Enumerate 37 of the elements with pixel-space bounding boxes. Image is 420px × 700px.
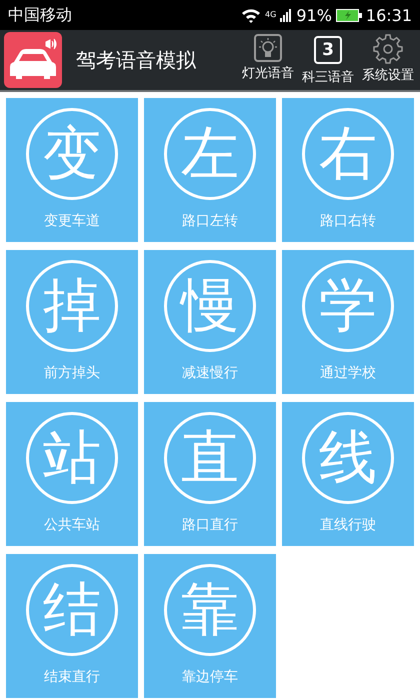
voice-tile[interactable]: 线 直线行驶 [282,402,414,546]
battery-icon [336,8,362,22]
light-bulb-icon [254,34,282,62]
wifi-icon [241,8,262,22]
character-badge: 慢 [164,260,256,352]
signal-icon [280,8,292,22]
character-badge: 线 [302,412,394,504]
battery-percent: 91% [296,6,332,24]
character-badge: 右 [302,108,394,200]
voice-tile[interactable]: 学 通过学校 [282,250,414,394]
settings-icon [373,34,403,64]
voice-tile[interactable]: 左 路口左转 [144,98,276,242]
car-logo-icon [4,32,62,88]
app-title: 驾考语音模拟 [76,46,197,74]
toolbar-button[interactable]: 3 科三语音 [300,34,356,86]
toolbar-button[interactable]: 系统设置 [360,34,416,86]
character-badge: 站 [26,412,118,504]
character-badge: 靠 [164,564,256,656]
character-badge: 掉 [26,260,118,352]
carrier-name: 中国移动 [8,4,72,26]
number-badge: 3 [314,36,342,64]
voice-tile[interactable]: 掉 前方掉头 [6,250,138,394]
voice-tile[interactable]: 结 结束直行 [6,554,138,698]
character-badge: 直 [164,412,256,504]
character-badge: 左 [164,108,256,200]
voice-tile[interactable]: 直 路口直行 [144,402,276,546]
character-badge: 学 [302,260,394,352]
voice-tile[interactable]: 右 路口右转 [282,98,414,242]
voice-tile[interactable]: 慢 减速慢行 [144,250,276,394]
voice-tile[interactable]: 变 变更车道 [6,98,138,242]
clock-time: 16:31 [366,6,412,24]
voice-tile[interactable]: 靠 靠边停车 [144,554,276,698]
toolbar-button[interactable]: 灯光语音 [240,34,296,86]
voice-tile[interactable]: 站 公共车站 [6,402,138,546]
network-type: 4G [265,10,276,18]
character-badge: 结 [26,564,118,656]
character-badge: 变 [26,108,118,200]
